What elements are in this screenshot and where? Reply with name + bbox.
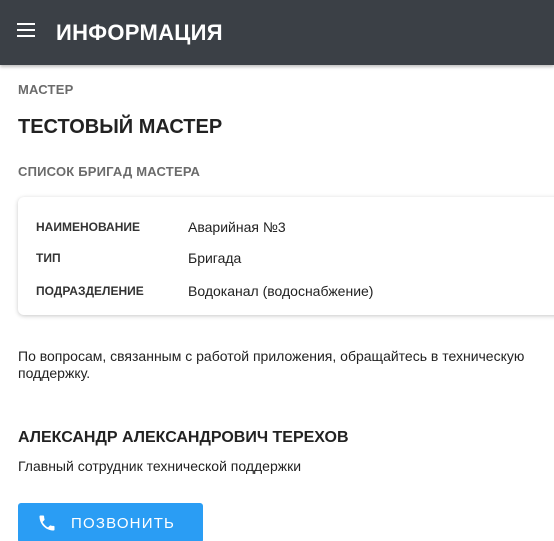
brigade-row-name: НАИМЕНОВАНИЕ Аварийная №3 [36, 217, 286, 237]
brigade-row-type: ТИП Бригада [36, 248, 241, 268]
brigade-type-value: Бригада [188, 250, 242, 266]
call-button-label: ПОЗВОНИТЬ [71, 514, 176, 532]
menu-button[interactable] [6, 13, 46, 53]
hamburger-menu-icon [17, 23, 35, 42]
master-name: ТЕСТОВЫЙ МАСТЕР [18, 116, 223, 138]
master-section-label: МАСТЕР [18, 82, 74, 97]
brigade-division-value: Водоканал (водоснабжение) [188, 283, 374, 299]
brigades-section-label: СПИСОК БРИГАД МАСТЕРА [18, 164, 201, 179]
call-button[interactable]: ПОЗВОНИТЬ [18, 503, 203, 541]
page-title: ИНФОРМАЦИЯ [56, 19, 223, 45]
brigade-row-division: ПОДРАЗДЕЛЕНИЕ Водоканал (водоснабжение) [36, 281, 373, 301]
brigade-card: НАИМЕНОВАНИЕ Аварийная №3 ТИП Бригада ПО… [18, 197, 554, 315]
brigade-name-value: Аварийная №3 [188, 219, 286, 235]
phone-icon [37, 513, 57, 533]
brigade-name-key: НАИМЕНОВАНИЕ [36, 220, 140, 234]
support-contact-name: АЛЕКСАНДР АЛЕКСАНДРОВИЧ ТЕРЕХОВ [18, 429, 349, 446]
brigade-division-key: ПОДРАЗДЕЛЕНИЕ [36, 284, 144, 298]
support-contact-role: Главный сотрудник технической поддержки [18, 458, 302, 474]
brigade-type-key: ТИП [36, 251, 61, 265]
support-note: По вопросам, связанным с работой приложе… [18, 348, 525, 381]
app-bar: ИНФОРМАЦИЯ [0, 0, 554, 65]
